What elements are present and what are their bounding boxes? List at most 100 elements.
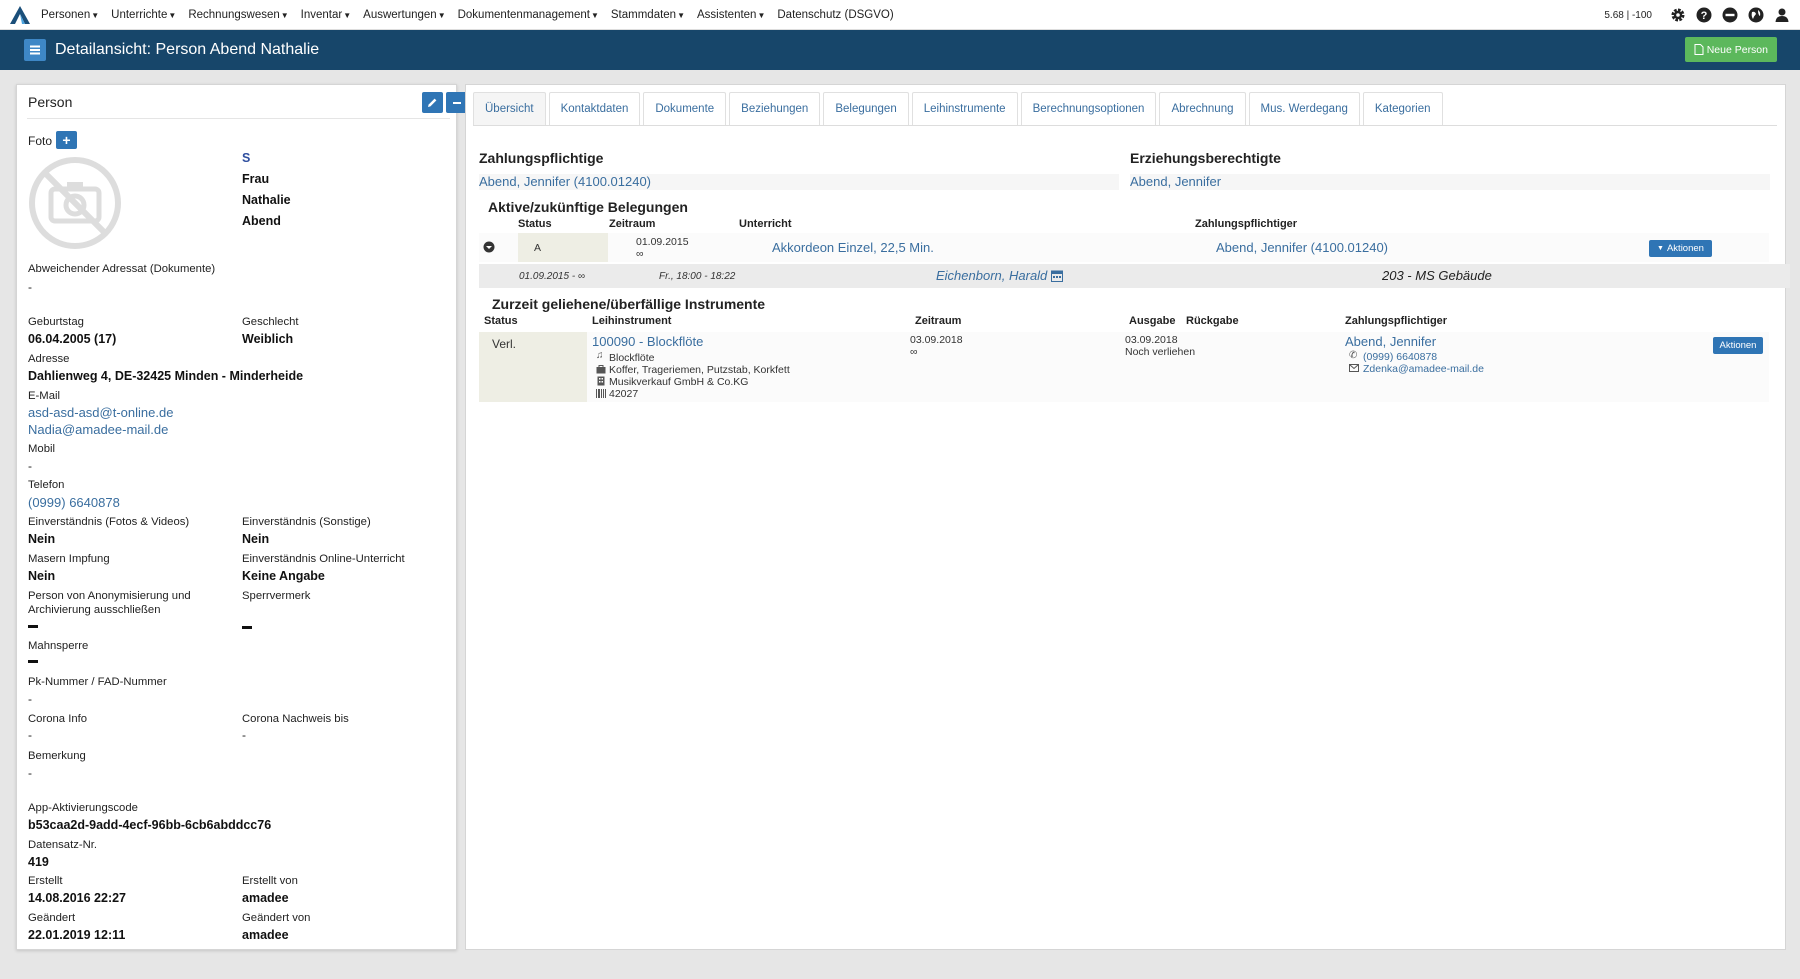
tab-uebersicht[interactable]: Übersicht — [473, 92, 546, 125]
instrument-payer-email[interactable]: Zdenka@amadee-mail.de — [1363, 363, 1484, 375]
instrument-payer-phone[interactable]: (0999) 6640878 — [1363, 351, 1437, 363]
instrument-ausgabe: 03.09.2018 — [1125, 334, 1178, 346]
belegung-status-cell — [518, 233, 608, 262]
salutation-s: S — [242, 151, 251, 165]
erziehungsberechtigte-link[interactable]: Abend, Jennifer — [1130, 174, 1221, 189]
instrument-status: Verl. — [492, 337, 517, 351]
erstellt-value: 14.08.2016 22:27 — [28, 891, 127, 905]
menu-inventar[interactable]: Inventar▼ — [301, 9, 351, 21]
menu-assistenten[interactable]: Assistenten▼ — [697, 9, 765, 21]
instrument-zeitraum-from: 03.09.2018 — [910, 334, 963, 346]
sidebar-toggle-button[interactable] — [24, 39, 46, 61]
menu-auswertungen[interactable]: Auswertungen▼ — [363, 9, 445, 21]
menu-label: Assistenten — [697, 8, 757, 21]
tab-abrechnung[interactable]: Abrechnung — [1159, 92, 1246, 125]
app-logo-icon[interactable] — [9, 5, 31, 25]
inst-header-zahlungspflichtiger: Zahlungspflichtiger — [1345, 315, 1448, 327]
title-bar: Detailansicht: Person Abend Nathalie Neu… — [0, 30, 1800, 70]
belegung-zahlungspflichtiger-link[interactable]: Abend, Jennifer (4100.01240) — [1216, 240, 1388, 255]
new-person-button[interactable]: Neue Person — [1684, 37, 1777, 62]
geaendert-von-label: Geändert von — [242, 912, 311, 924]
edit-person-button[interactable] — [422, 92, 443, 113]
globe-icon[interactable] — [1748, 7, 1764, 23]
belegung-zeitraum-to: ∞ — [636, 248, 644, 260]
caret-down-icon: ▼ — [168, 10, 177, 20]
detail-tabs: Übersicht Kontaktdaten Dokumente Beziehu… — [473, 92, 1777, 126]
erstellt-von-label: Erstellt von — [242, 875, 298, 887]
menu-unterrichte[interactable]: Unterrichte▼ — [111, 9, 176, 21]
vorname-value: Nathalie — [242, 193, 291, 207]
belegung-detail-time: Fr., 18:00 - 18:22 — [659, 271, 736, 282]
inst-header-status: Status — [484, 315, 518, 327]
geburtstag-value: 06.04.2005 (17) — [28, 332, 117, 346]
fotos-label: Einverständnis (Fotos & Videos) — [28, 516, 190, 528]
tab-kategorien[interactable]: Kategorien — [1362, 92, 1443, 125]
menu-label: Rechnungswesen — [188, 8, 280, 21]
online-label: Einverständnis Online-Unterricht — [242, 553, 405, 565]
tab-beziehungen[interactable]: Beziehungen — [729, 92, 821, 125]
mahn-value-dash — [28, 660, 38, 663]
instrument-payer-link[interactable]: Abend, Jennifer — [1345, 334, 1436, 349]
person-panel-header: Person — [27, 85, 467, 119]
belegung-actions-button[interactable]: ▼ Aktionen — [1649, 240, 1712, 257]
zahlungspflichtige-link[interactable]: Abend, Jennifer (4100.01240) — [479, 174, 651, 189]
help-icon[interactable]: ? — [1696, 7, 1712, 23]
telefon-label: Telefon — [28, 479, 65, 491]
sonstige-label: Einverständnis (Sonstige) — [242, 516, 371, 528]
instrument-zeitraum-to: ∞ — [910, 346, 918, 358]
version-info: 5.68 | -100 — [1604, 9, 1652, 21]
tab-leihinstrumente[interactable]: Leihinstrumente — [911, 92, 1018, 125]
tab-berechnungsoptionen[interactable]: Berechnungsoptionen — [1020, 92, 1157, 125]
menu-datenschutz[interactable]: Datenschutz (DSGVO) — [777, 9, 893, 21]
actions-label: Aktionen — [1666, 243, 1704, 254]
email-link-2[interactable]: Nadia@amadee-mail.de — [28, 422, 168, 437]
tab-kontaktdaten[interactable]: Kontaktdaten — [548, 92, 641, 125]
bel-header-zeitraum: Zeitraum — [609, 218, 656, 230]
menu-label: Inventar — [300, 8, 343, 21]
belegung-teacher-link[interactable]: Eichenborn, Harald — [936, 268, 1047, 283]
hamburger-icon — [30, 49, 40, 51]
erstellt-von-value: amadee — [242, 891, 289, 905]
menu-rechnungswesen[interactable]: Rechnungswesen▼ — [188, 9, 288, 21]
menu-stammdaten[interactable]: Stammdaten▼ — [611, 9, 685, 21]
detail-panel: Übersicht Kontaktdaten Dokumente Beziehu… — [465, 84, 1790, 950]
minus-circle-icon[interactable] — [1722, 7, 1738, 23]
inst-header-ausgabe: Ausgabe — [1129, 315, 1176, 327]
page-title: Detailansicht: Person Abend Nathalie — [55, 41, 320, 58]
menu-label: Datenschutz (DSGVO) — [777, 8, 894, 21]
add-photo-button[interactable]: + — [56, 131, 77, 149]
caret-down-icon: ▼ — [343, 10, 352, 20]
tab-mus-werdegang[interactable]: Mus. Werdegang — [1248, 92, 1360, 125]
telefon-link[interactable]: (0999) 6640878 — [28, 495, 120, 510]
instrument-actions-button[interactable]: Aktionen — [1713, 337, 1763, 354]
no-photo-icon — [29, 157, 121, 249]
email-label: E-Mail — [28, 390, 61, 402]
mobil-label: Mobil — [28, 443, 55, 455]
collapse-panel-button[interactable] — [446, 92, 467, 113]
gear-icon[interactable] — [1670, 7, 1686, 23]
menu-dokumentenmanagement[interactable]: Dokumentenmanagement▼ — [458, 9, 599, 21]
minus-icon — [452, 101, 461, 104]
tab-dokumente[interactable]: Dokumente — [643, 92, 727, 125]
top-navbar: Personen▼ Unterrichte▼ Rechnungswesen▼ I… — [0, 0, 1800, 30]
calendar-icon[interactable] — [1051, 269, 1063, 282]
main-menu: Personen▼ Unterrichte▼ Rechnungswesen▼ I… — [35, 9, 900, 21]
instrument-zubehoer: Koffer, Trageriemen, Putzstab, Korkfett — [609, 364, 790, 376]
tab-belegungen[interactable]: Belegungen — [823, 92, 909, 125]
abw-adressat-value: - — [28, 280, 32, 294]
menu-personen[interactable]: Personen▼ — [41, 9, 99, 21]
geschlecht-value: Weiblich — [242, 332, 294, 346]
collapse-circle-icon[interactable] — [483, 241, 495, 253]
corona-nachweis-label: Corona Nachweis bis — [242, 713, 349, 725]
email-link-1[interactable]: asd-asd-asd@t-online.de — [28, 405, 173, 420]
caret-down-icon: ▼ — [1657, 245, 1664, 252]
belegung-unterricht-link[interactable]: Akkordeon Einzel, 22,5 Min. — [772, 240, 934, 255]
instrument-link[interactable]: 100090 - Blockflöte — [592, 334, 703, 349]
document-icon — [1694, 44, 1704, 55]
menu-label: Unterrichte — [111, 8, 168, 21]
caret-down-icon: ▼ — [590, 10, 599, 20]
app-code-value: b53caa2d-9add-4ecf-96bb-6cb6abddcc76 — [28, 818, 272, 832]
corona-nachweis-value: - — [242, 728, 246, 742]
user-icon[interactable] — [1774, 7, 1790, 23]
menu-label: Auswertungen — [363, 8, 437, 21]
